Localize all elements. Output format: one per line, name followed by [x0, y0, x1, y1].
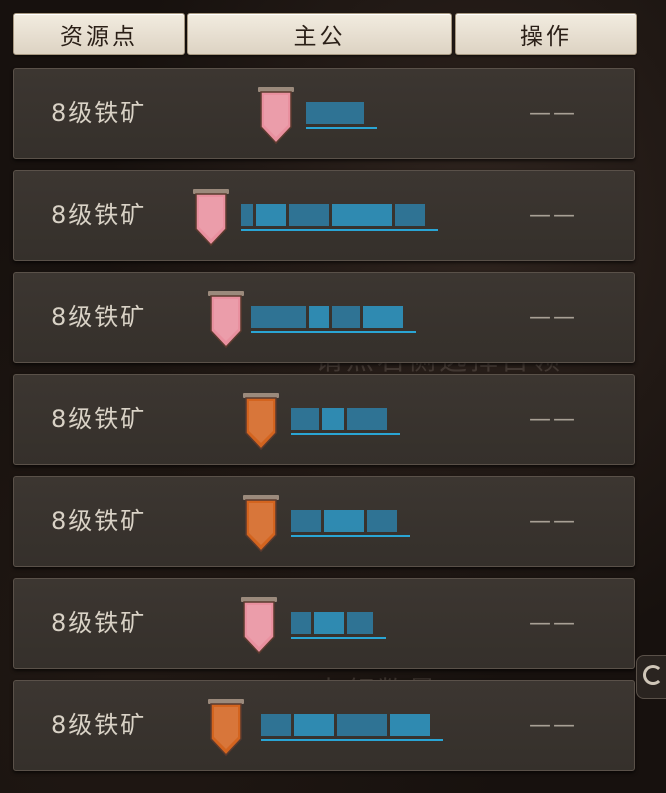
- lord-banner-icon: [239, 595, 279, 657]
- lord-name-underline: [291, 637, 386, 639]
- lord-name-redaction: [241, 204, 253, 226]
- action-placeholder: ——: [529, 611, 577, 636]
- header-action: 操作: [455, 13, 637, 55]
- header-resource: 资源点: [13, 13, 185, 55]
- resource-name: 8级铁矿: [51, 507, 147, 535]
- lord-name-link[interactable]: [261, 714, 430, 736]
- lord-name-link[interactable]: [241, 204, 425, 226]
- resource-row: 8级铁矿 ——: [13, 170, 635, 261]
- resource-name: 8级铁矿: [51, 609, 147, 637]
- resource-row: 8级铁矿 ——: [13, 578, 635, 669]
- lord-name-redaction: [314, 612, 344, 634]
- resource-name: 8级铁矿: [51, 201, 147, 229]
- lord-name-redaction: [251, 306, 306, 328]
- resource-row: 8级铁矿 ——: [13, 476, 635, 567]
- header-lord: 主公: [187, 13, 452, 55]
- lord-name-redaction: [390, 714, 430, 736]
- lord-name-redaction: [347, 408, 387, 430]
- action-placeholder: ——: [529, 305, 577, 330]
- lord-name-redaction: [256, 204, 286, 226]
- lord-banner-icon: [191, 187, 231, 249]
- header-resource-label: 资源点: [60, 24, 138, 50]
- lord-name-underline: [291, 433, 400, 435]
- lord-name-underline: [241, 229, 438, 231]
- lord-name-underline: [306, 127, 377, 129]
- resource-name: 8级铁矿: [51, 303, 147, 331]
- action-placeholder: ——: [529, 101, 577, 126]
- lord-name-redaction: [347, 612, 373, 634]
- action-placeholder: ——: [529, 407, 577, 432]
- lord-name-redaction: [291, 510, 321, 532]
- lord-banner-icon: [241, 391, 281, 453]
- resource-name: 8级铁矿: [51, 711, 147, 739]
- lord-name-underline: [251, 331, 416, 333]
- lord-name-redaction: [395, 204, 425, 226]
- lord-name-redaction: [324, 510, 364, 532]
- lord-name-redaction: [289, 204, 329, 226]
- lord-name-redaction: [306, 102, 364, 124]
- lord-name-link[interactable]: [291, 510, 397, 532]
- action-placeholder: ——: [529, 713, 577, 738]
- lord-name-link[interactable]: [251, 306, 403, 328]
- lord-name-redaction: [309, 306, 329, 328]
- lord-name-redaction: [363, 306, 403, 328]
- lord-name-link[interactable]: [291, 408, 387, 430]
- lord-name-redaction: [291, 408, 319, 430]
- header-action-label: 操作: [520, 24, 572, 50]
- lord-name-redaction: [261, 714, 291, 736]
- lord-name-redaction: [367, 510, 397, 532]
- refresh-icon[interactable]: [636, 655, 666, 699]
- lord-name-redaction: [332, 306, 360, 328]
- lord-name-link[interactable]: [306, 102, 364, 124]
- lord-name-redaction: [322, 408, 344, 430]
- lord-name-underline: [291, 535, 410, 537]
- lord-name-redaction: [291, 612, 311, 634]
- lord-name-link[interactable]: [291, 612, 373, 634]
- lord-name-underline: [261, 739, 443, 741]
- lord-banner-icon: [206, 697, 246, 759]
- resource-name: 8级铁矿: [51, 99, 147, 127]
- resource-row: 8级铁矿 ——: [13, 374, 635, 465]
- resource-row: 8级铁矿 ——: [13, 68, 635, 159]
- lord-name-redaction: [337, 714, 387, 736]
- lord-banner-icon: [241, 493, 281, 555]
- lord-banner-icon: [256, 85, 296, 147]
- action-placeholder: ——: [529, 203, 577, 228]
- resource-row: 8级铁矿 ——: [13, 680, 635, 771]
- action-placeholder: ——: [529, 509, 577, 534]
- header-lord-label: 主公: [293, 24, 346, 50]
- lord-banner-icon: [206, 289, 246, 351]
- resource-name: 8级铁矿: [51, 405, 147, 433]
- lord-name-redaction: [294, 714, 334, 736]
- lord-name-redaction: [332, 204, 392, 226]
- resource-row: 8级铁矿 ——: [13, 272, 635, 363]
